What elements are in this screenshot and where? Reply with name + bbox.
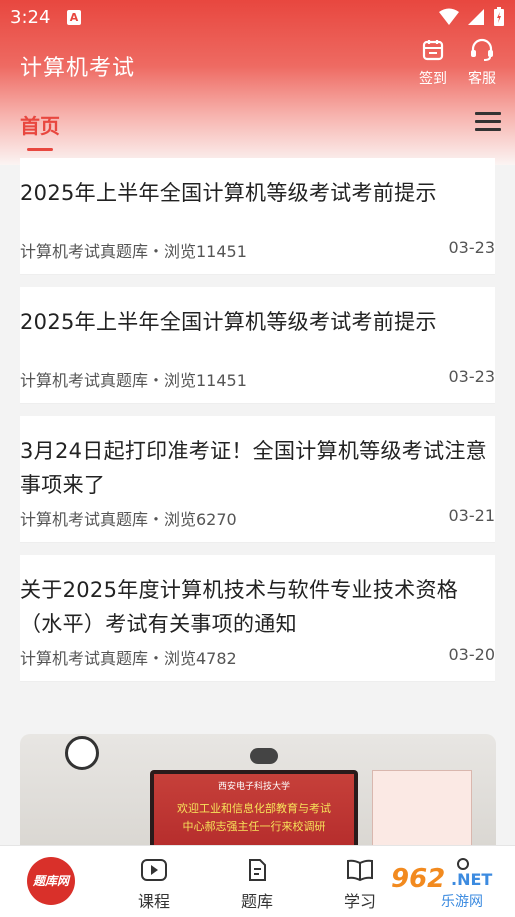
article-date: 03-23	[448, 238, 496, 257]
article-title: 2025年上半年全国计算机等级考试考前提示	[20, 310, 437, 334]
nav-home-logo[interactable]: 题库网	[27, 857, 75, 905]
article-meta: 计算机考试真题库・浏览4782 03-20	[20, 645, 495, 669]
article-meta: 计算机考试真题库・浏览11451 03-23	[20, 238, 495, 262]
watermark-number: 962	[391, 864, 446, 894]
status-bar: 3:24 A	[0, 0, 515, 36]
article-title: 关于2025年度计算机技术与软件专业技术资格（水平）考试有关事项的通知	[20, 578, 459, 636]
headset-icon	[471, 38, 493, 61]
article-date: 03-20	[448, 645, 496, 664]
menu-button[interactable]	[475, 112, 501, 134]
status-icons	[439, 7, 505, 27]
nav-label: 题库	[240, 892, 273, 911]
article-source: 计算机考试真题库・浏览11451	[20, 242, 247, 261]
camera-image	[250, 748, 278, 764]
checkin-button[interactable]: 签到	[411, 38, 455, 88]
article-card[interactable]: 3月24日起打印准考证！全国计算机等级考试注意事项来了 计算机考试真题库・浏览6…	[20, 416, 495, 543]
article-card[interactable]: 2025年上半年全国计算机等级考试考前提示 计算机考试真题库・浏览11451 0…	[20, 287, 495, 404]
document-icon	[249, 859, 266, 881]
article-source: 计算机考试真题库・浏览6270	[20, 510, 237, 529]
tv-screen-image: 西安电子科技大学 欢迎工业和信息化部教育与考试 中心郝志强主任一行来校调研	[150, 770, 358, 854]
article-title: 3月24日起打印准考证！全国计算机等级考试注意事项来了	[20, 439, 487, 497]
screen-line: 欢迎工业和信息化部教育与考试	[177, 802, 331, 815]
article-source: 计算机考试真题库・浏览11451	[20, 371, 247, 390]
calendar-icon	[422, 40, 444, 61]
article-title: 2025年上半年全国计算机等级考试考前提示	[20, 181, 437, 205]
app-title: 计算机考试	[20, 56, 136, 81]
article-source: 计算机考试真题库・浏览4782	[20, 649, 237, 668]
screen-line: 中心郝志强主任一行来校调研	[182, 820, 326, 833]
signal-icon	[468, 9, 484, 25]
article-card[interactable]: 关于2025年度计算机技术与软件专业技术资格（水平）考试有关事项的通知 计算机考…	[20, 555, 495, 682]
screen-content: 西安电子科技大学 欢迎工业和信息化部教育与考试 中心郝志强主任一行来校调研	[154, 774, 354, 854]
wifi-icon	[439, 8, 459, 25]
article-card[interactable]: 2025年上半年全国计算机等级考试考前提示 计算机考试真题库・浏览11451 0…	[20, 158, 495, 275]
nav-item-course[interactable]: 课程	[114, 858, 194, 912]
status-time: 3:24	[10, 7, 51, 28]
screen-head: 西安电子科技大学	[217, 782, 290, 792]
article-meta: 计算机考试真题库・浏览6270 03-21	[20, 506, 495, 530]
battery-icon	[494, 7, 504, 26]
play-icon	[141, 859, 167, 881]
tab-active-indicator	[27, 148, 53, 151]
notification-a-icon: A	[67, 10, 81, 25]
article-meta: 计算机考试真题库・浏览11451 03-23	[20, 367, 495, 391]
wall-clock-image	[65, 736, 99, 770]
article-date: 03-23	[448, 367, 496, 386]
checkin-label: 签到	[419, 71, 447, 87]
tab-home[interactable]: 首页	[20, 110, 60, 139]
news-image-card[interactable]: 西安电子科技大学 欢迎工业和信息化部教育与考试 中心郝志强主任一行来校调研	[20, 734, 496, 854]
nav-label: 课程	[137, 892, 170, 911]
poster-image	[372, 770, 472, 854]
menu-icon-line	[475, 128, 501, 131]
customer-service-label: 客服	[468, 71, 496, 87]
article-list: 2025年上半年全国计算机等级考试考前提示 计算机考试真题库・浏览11451 0…	[0, 158, 515, 694]
menu-icon-line	[475, 120, 501, 123]
article-date: 03-21	[448, 506, 496, 525]
menu-icon-line	[475, 112, 501, 115]
watermark-logo: 962 .NET 乐游网	[361, 864, 511, 914]
watermark-net: .NET	[451, 870, 493, 889]
nav-item-question-bank[interactable]: 题库	[217, 858, 297, 912]
customer-service-button[interactable]: 客服	[460, 38, 504, 88]
watermark-sub: 乐游网	[441, 894, 483, 910]
